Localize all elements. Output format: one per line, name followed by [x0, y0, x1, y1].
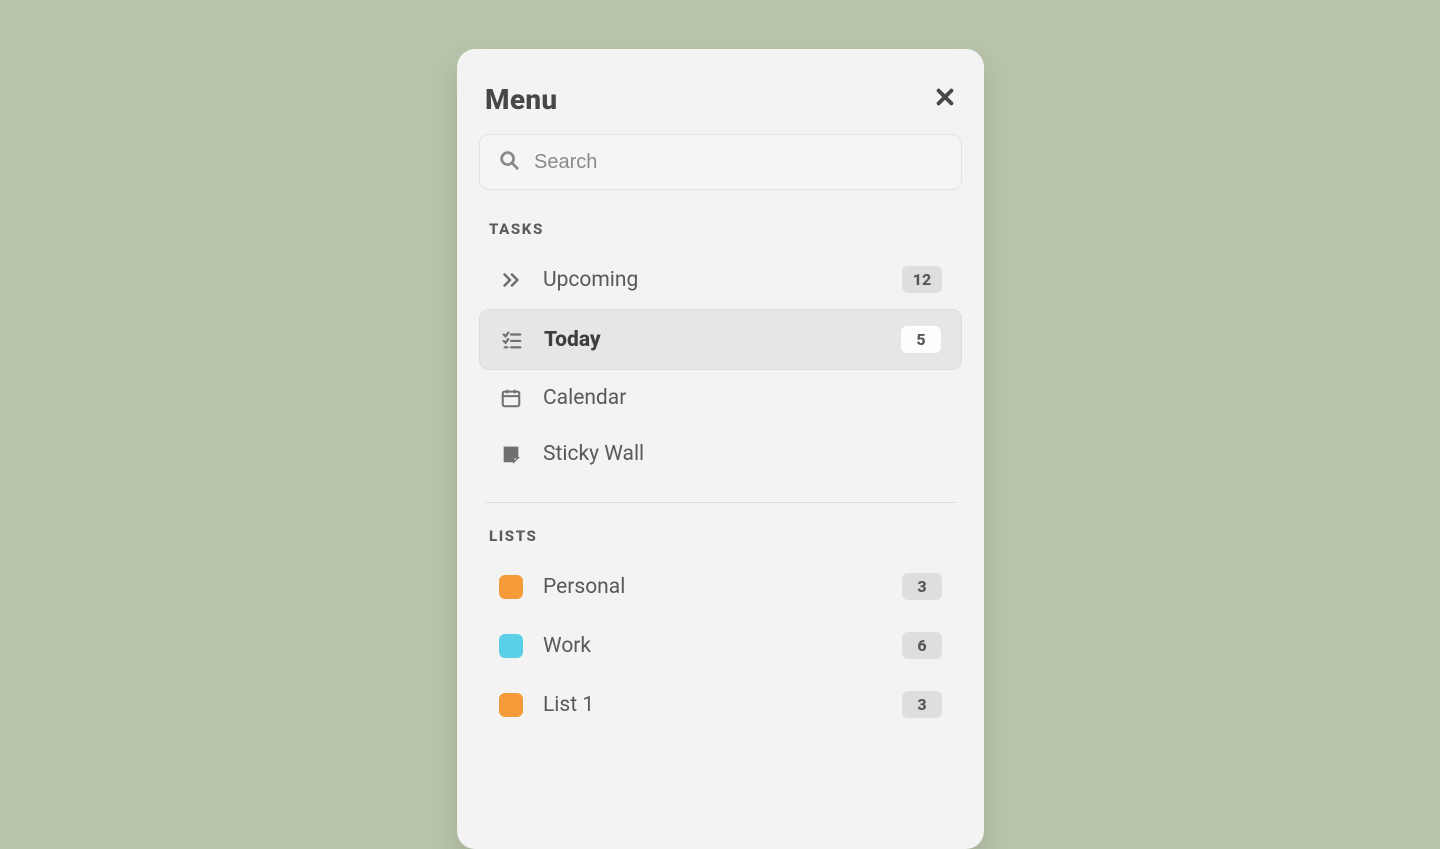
task-item-label: Calendar: [543, 386, 942, 410]
list-item-label: List 1: [543, 693, 882, 717]
close-button[interactable]: [934, 86, 956, 113]
search-bar[interactable]: [479, 134, 962, 190]
search-icon: [498, 149, 520, 175]
count-badge: 3: [902, 573, 942, 600]
task-item-upcoming[interactable]: Upcoming 12: [479, 250, 962, 309]
panel-title: Menu: [485, 83, 557, 116]
count-badge: 6: [902, 632, 942, 659]
count-badge: 5: [901, 326, 941, 353]
task-item-label: Sticky Wall: [543, 442, 942, 466]
panel-header: Menu: [479, 73, 962, 134]
divider: [485, 502, 956, 503]
tasks-list: Upcoming 12 Today 5 Calendar Sticky Wall: [479, 250, 962, 482]
list-item-label: Personal: [543, 575, 882, 599]
list-item-list1[interactable]: List 1 3: [479, 675, 962, 734]
double-chevron-right-icon: [499, 268, 523, 292]
task-item-calendar[interactable]: Calendar: [479, 370, 962, 426]
sticky-note-icon: [499, 442, 523, 466]
checklist-icon: [500, 328, 524, 352]
count-badge: 3: [902, 691, 942, 718]
close-icon: [934, 86, 956, 108]
task-item-sticky-wall[interactable]: Sticky Wall: [479, 426, 962, 482]
color-swatch: [499, 575, 523, 599]
menu-panel: Menu TASKS Upcoming 12 Today 5: [457, 49, 984, 849]
search-input[interactable]: [534, 151, 943, 174]
list-item-personal[interactable]: Personal 3: [479, 557, 962, 616]
count-badge: 12: [902, 266, 942, 293]
color-swatch: [499, 693, 523, 717]
task-item-today[interactable]: Today 5: [479, 309, 962, 370]
color-swatch: [499, 634, 523, 658]
calendar-icon: [499, 386, 523, 410]
lists-section-label: LISTS: [479, 527, 962, 551]
task-item-label: Today: [544, 328, 881, 352]
tasks-section-label: TASKS: [479, 220, 962, 244]
lists-list: Personal 3 Work 6 List 1 3: [479, 557, 962, 734]
list-item-label: Work: [543, 634, 882, 658]
task-item-label: Upcoming: [543, 268, 882, 292]
list-item-work[interactable]: Work 6: [479, 616, 962, 675]
